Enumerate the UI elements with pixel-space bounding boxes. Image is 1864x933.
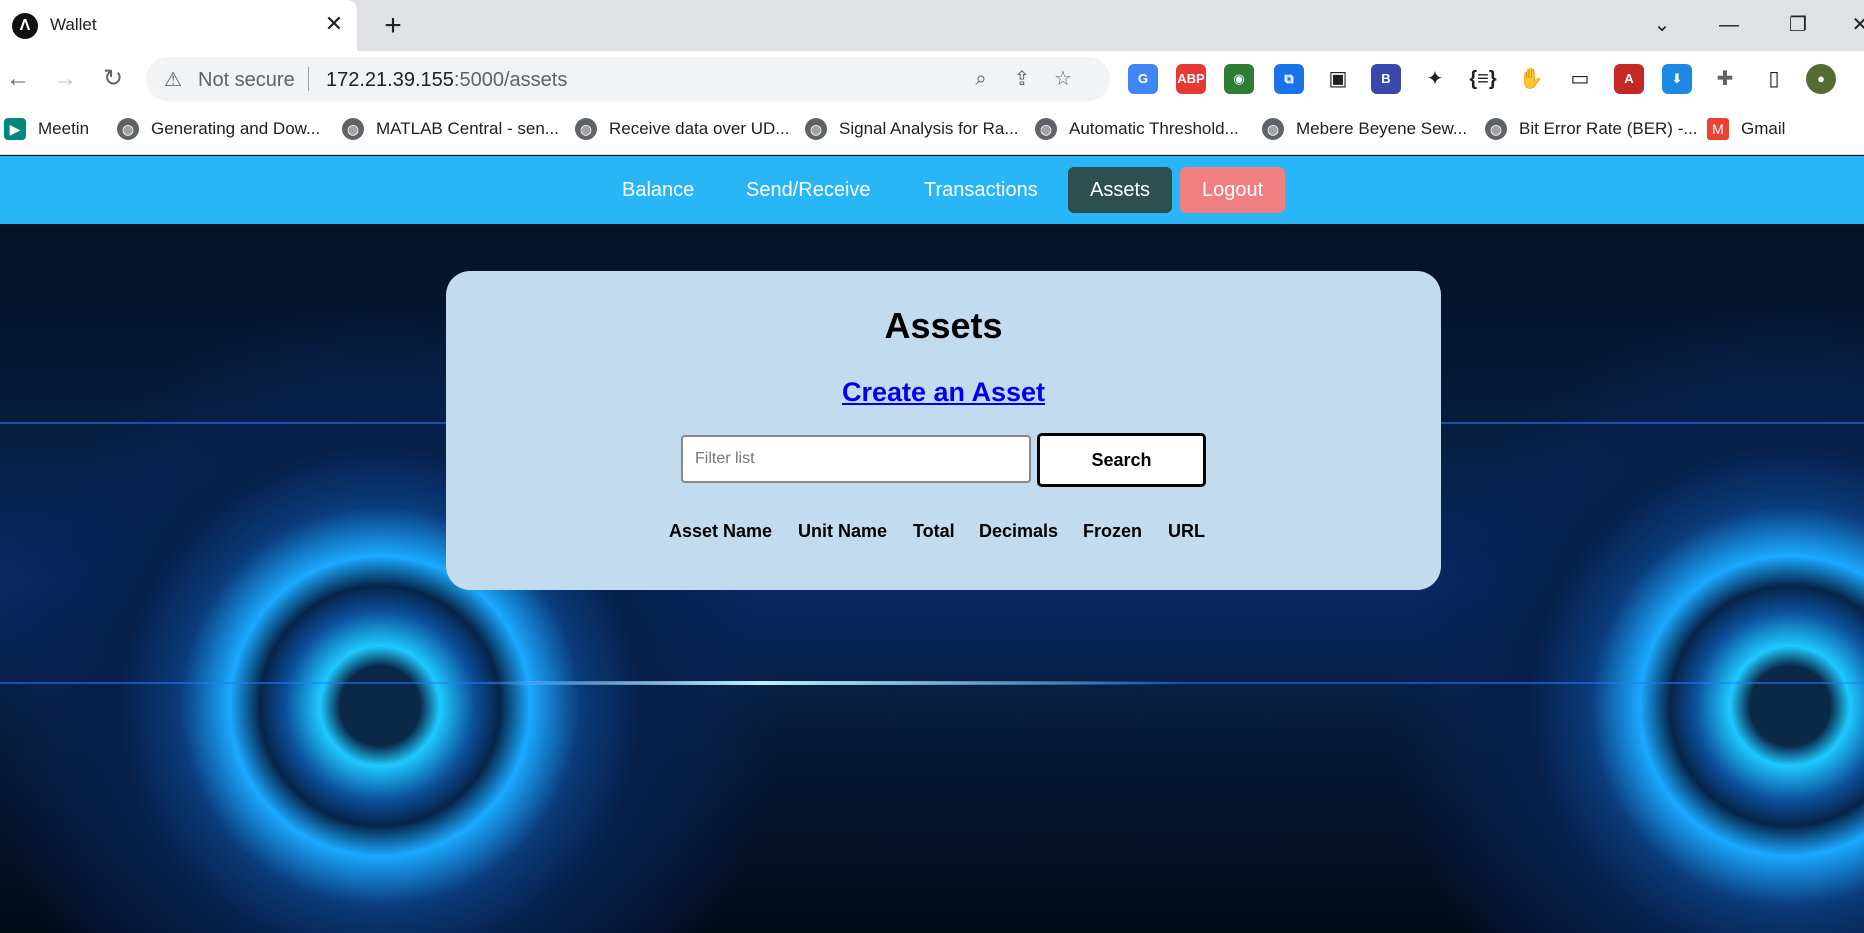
meet-icon: ▶ <box>4 118 26 140</box>
column-header-asset-name: Asset Name <box>669 521 773 541</box>
zoom-icon[interactable]: ⌕ <box>967 65 995 93</box>
adblock-plus-icon[interactable]: ABP <box>1176 64 1206 94</box>
tab-copy-icon[interactable]: ▣ <box>1323 64 1353 94</box>
warning-icon[interactable]: ⚠ <box>164 67 182 92</box>
bookmark-item[interactable]: ◍ MATLAB Central - sen... <box>342 118 559 144</box>
globe-icon: ◍ <box>117 118 139 140</box>
profile-avatar-icon[interactable]: ● <box>1806 64 1836 94</box>
globe-icon: ◍ <box>575 118 597 140</box>
browser-tab-strip: Λ Wallet ✕ + ⌄ — ❐ ✕ <box>0 0 1864 51</box>
hand-icon[interactable]: ✋ <box>1516 64 1546 94</box>
bookmark-item[interactable]: ◍ Automatic Threshold... <box>1035 118 1239 144</box>
globe-icon: ◍ <box>1485 118 1507 140</box>
nav-balance[interactable]: Balance <box>600 167 716 213</box>
b-extension-icon[interactable]: B <box>1371 64 1401 94</box>
tab-close-icon[interactable]: ✕ <box>320 10 348 38</box>
column-header-total: Total <box>913 521 955 541</box>
bookmark-label: Meetin <box>38 119 90 138</box>
bookmark-item[interactable]: ◍ Receive data over UD... <box>575 118 789 144</box>
browser-tab-wallet[interactable]: Λ Wallet ✕ <box>0 0 357 51</box>
algorand-icon[interactable]: A <box>1614 64 1644 94</box>
nav-assets[interactable]: Assets <box>1068 167 1173 213</box>
bookmark-gmail[interactable]: M Gmail <box>1707 118 1785 144</box>
search-button[interactable]: Search <box>1037 433 1206 487</box>
bookmarks-bar: ▶ Meetin ◍ Generating and Dow... ◍ MATLAB C… <box>0 107 1864 155</box>
create-asset-link: Create an Asset <box>446 377 1441 408</box>
google-translate-icon[interactable]: G <box>1128 64 1158 94</box>
globe-icon: ◍ <box>342 118 364 140</box>
page-title: Assets <box>884 305 1003 346</box>
nav-send-receive[interactable]: Send/Receive <box>724 167 893 213</box>
bookmark-label: MATLAB Central - sen... <box>376 119 559 138</box>
globe-icon: ◍ <box>1262 118 1284 140</box>
close-window-button[interactable]: ✕ <box>1840 8 1864 42</box>
bookmark-item[interactable]: ◍ Bit Error Rate (BER) -... <box>1485 118 1698 144</box>
tab-title: Wallet <box>50 15 97 34</box>
web-page: Balance Send/Receive Transactions Assets… <box>0 156 1864 933</box>
filter-input[interactable] <box>681 435 1031 483</box>
json-formatter-icon[interactable]: {≡} <box>1468 64 1498 94</box>
browser-toolbar: ← → ↻ ⚠ Not secure 172.21.39.155:5000/as… <box>0 51 1864 107</box>
download-manager-icon[interactable]: ◉ <box>1224 64 1254 94</box>
gmail-icon: M <box>1707 118 1729 140</box>
minimize-button[interactable]: — <box>1709 8 1749 42</box>
picture-in-picture-icon[interactable]: ▭ <box>1565 64 1595 94</box>
restore-button[interactable]: ❐ <box>1778 8 1818 42</box>
new-tab-button[interactable]: + <box>376 9 410 43</box>
column-header-url: URL <box>1168 521 1205 541</box>
forward-arrow-icon[interactable]: → <box>47 61 83 97</box>
bookmark-item[interactable]: ◍ Mebere Beyene Sew... <box>1262 118 1467 144</box>
address-divider <box>308 67 309 91</box>
top-navbar: Balance Send/Receive Transactions Assets… <box>0 156 1864 224</box>
assets-card: Assets Create an Asset Search Asset Name… <box>446 271 1441 590</box>
globe-icon: ◍ <box>805 118 827 140</box>
security-label[interactable]: Not secure <box>198 69 295 92</box>
bookmark-label: Receive data over UD... <box>609 119 790 138</box>
algorand-favicon-icon: Λ <box>12 13 38 39</box>
tab-search-icon[interactable]: ⌄ <box>1642 8 1682 42</box>
column-header-unit-name: Unit Name <box>798 521 888 541</box>
globe-icon: ◍ <box>1035 118 1057 140</box>
address-bar[interactable]: ⚠ Not secure 172.21.39.155:5000/assets ⌕… <box>146 57 1110 101</box>
bookmark-label: Generating and Dow... <box>151 119 321 138</box>
url-text[interactable]: 172.21.39.155:5000/assets <box>326 69 567 92</box>
bookmark-label: Signal Analysis for Ra... <box>839 119 1019 138</box>
bookmark-label: Mebere Beyene Sew... <box>1296 119 1468 138</box>
bookmark-label: Bit Error Rate (BER) -... <box>1519 119 1698 138</box>
fox-extension-icon[interactable]: ✦ <box>1420 64 1450 94</box>
bookmark-label: Gmail <box>1741 119 1786 138</box>
column-header-frozen: Frozen <box>1083 521 1143 541</box>
back-arrow-icon[interactable]: ← <box>0 61 36 97</box>
bookmark-star-icon[interactable]: ☆ <box>1049 65 1077 93</box>
download-icon[interactable]: ⬇ <box>1662 64 1692 94</box>
bookmark-item[interactable]: ◍ Signal Analysis for Ra... <box>805 118 1019 144</box>
nav-logout[interactable]: Logout <box>1180 167 1286 213</box>
extensions-puzzle-icon[interactable]: ✚ <box>1710 64 1740 94</box>
column-header-decimals: Decimals <box>979 521 1059 541</box>
bookmark-label: Automatic Threshold... <box>1069 119 1239 138</box>
reload-icon[interactable]: ↻ <box>95 61 131 97</box>
create-asset-link-text[interactable]: Create an Asset <box>842 377 1045 407</box>
url-host: 172.21.39.155 <box>326 69 454 91</box>
bookmark-item[interactable]: ◍ Generating and Dow... <box>117 118 320 144</box>
side-panel-icon[interactable]: ▯ <box>1759 64 1789 94</box>
url-path: :5000/assets <box>453 69 568 91</box>
nav-transactions[interactable]: Transactions <box>902 167 1060 213</box>
bookmark-meet[interactable]: ▶ Meetin <box>4 118 89 144</box>
background-light-beam <box>480 681 1180 685</box>
copy-icon[interactable]: ⧉ <box>1274 64 1304 94</box>
share-icon[interactable]: ⇪ <box>1008 65 1036 93</box>
